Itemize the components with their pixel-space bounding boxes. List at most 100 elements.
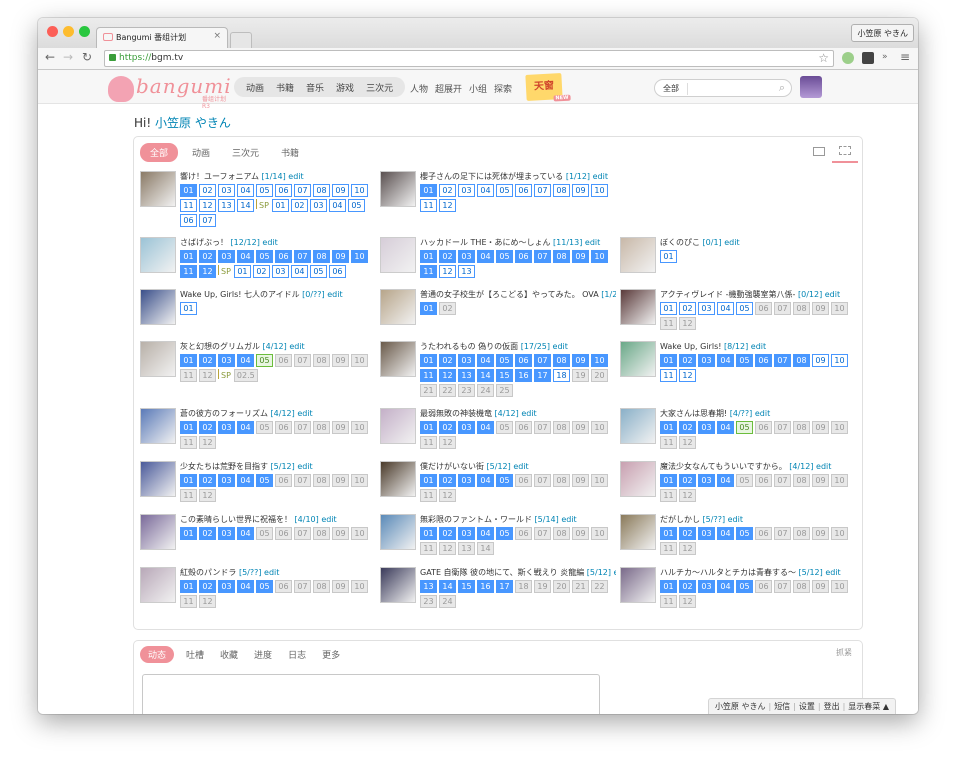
edit-link[interactable]: edit bbox=[614, 568, 616, 577]
episode-button[interactable]: 12 bbox=[679, 317, 696, 330]
episode-button[interactable]: 07 bbox=[294, 580, 311, 593]
episode-button[interactable]: 02 bbox=[199, 250, 216, 263]
episode-button[interactable]: 12 bbox=[679, 595, 696, 608]
tl-tab-activity[interactable]: 动态 bbox=[140, 646, 175, 663]
episode-button[interactable]: 08 bbox=[553, 354, 570, 367]
subject-thumbnail[interactable] bbox=[620, 408, 656, 444]
tab-close-icon[interactable]: × bbox=[213, 31, 221, 41]
episode-button[interactable]: 01 bbox=[180, 580, 197, 593]
subject-thumbnail[interactable] bbox=[620, 237, 656, 273]
status-textarea[interactable] bbox=[142, 674, 600, 714]
episode-button[interactable]: 10 bbox=[351, 354, 368, 367]
episode-button[interactable]: 01 bbox=[660, 474, 677, 487]
subject-thumbnail[interactable] bbox=[620, 567, 656, 603]
episode-button[interactable]: 07 bbox=[774, 527, 791, 540]
episode-button[interactable]: 08 bbox=[313, 474, 330, 487]
site-logo[interactable]: bangumi 番组计划R3 bbox=[108, 74, 231, 110]
episode-button[interactable]: 03 bbox=[458, 184, 475, 197]
episode-button[interactable]: 05 bbox=[496, 354, 513, 367]
episode-button[interactable]: 06 bbox=[275, 421, 292, 434]
episode-button[interactable]: 21 bbox=[572, 580, 589, 593]
new-tab-button[interactable] bbox=[230, 32, 252, 48]
subject-title[interactable]: 櫻子さんの足下には死体が埋まっている bbox=[420, 172, 563, 181]
subject-title[interactable]: ハルチカ～ハルタとチカは青春する～ bbox=[660, 568, 796, 577]
episode-button[interactable]: 06 bbox=[515, 527, 532, 540]
episode-button[interactable]: 15 bbox=[458, 580, 475, 593]
episode-button[interactable]: 02.5 bbox=[233, 369, 258, 382]
episode-button[interactable]: 10 bbox=[351, 184, 368, 197]
episode-button[interactable]: 05 bbox=[256, 421, 273, 434]
subject-title[interactable]: ハッカドール THE・あにめ～しょん bbox=[420, 238, 551, 247]
episode-button[interactable]: 07 bbox=[294, 474, 311, 487]
episode-button[interactable]: 11 bbox=[660, 489, 677, 502]
episode-button[interactable]: 08 bbox=[793, 421, 810, 434]
subject-thumbnail[interactable] bbox=[140, 171, 176, 207]
episode-button[interactable]: 06 bbox=[275, 250, 292, 263]
episode-button[interactable]: 09 bbox=[812, 302, 829, 315]
episode-button[interactable]: 08 bbox=[313, 250, 330, 263]
episode-button[interactable]: 07 bbox=[534, 474, 551, 487]
search-box[interactable]: 全部 ⌕ bbox=[654, 79, 792, 97]
episode-button[interactable]: 11 bbox=[420, 369, 437, 382]
episode-button[interactable]: 01 bbox=[420, 302, 437, 315]
dock-username[interactable]: 小笠原 やきん bbox=[715, 702, 766, 711]
episode-button[interactable]: 02 bbox=[439, 354, 456, 367]
episode-button[interactable]: 12 bbox=[439, 369, 456, 382]
episode-button[interactable]: 06 bbox=[755, 302, 772, 315]
episode-button[interactable]: 03 bbox=[218, 421, 235, 434]
episode-button[interactable]: 02 bbox=[679, 302, 696, 315]
episode-button[interactable]: 06 bbox=[275, 527, 292, 540]
nav-music[interactable]: 音乐 bbox=[306, 81, 324, 94]
avatar[interactable] bbox=[800, 76, 822, 98]
episode-button[interactable]: 05 bbox=[496, 250, 513, 263]
episode-button[interactable]: 12 bbox=[199, 595, 216, 608]
episode-button[interactable]: 14 bbox=[439, 580, 456, 593]
minimize-window-icon[interactable] bbox=[63, 26, 74, 37]
episode-button[interactable]: 02 bbox=[199, 184, 216, 197]
episode-button[interactable]: 11 bbox=[180, 436, 197, 449]
back-arrow-icon[interactable]: ← bbox=[45, 50, 55, 64]
episode-button[interactable]: 10 bbox=[831, 421, 848, 434]
episode-button[interactable]: 04 bbox=[237, 474, 254, 487]
episode-button[interactable]: 08 bbox=[553, 527, 570, 540]
episode-button[interactable]: 11 bbox=[180, 595, 197, 608]
episode-button[interactable]: 11 bbox=[180, 369, 197, 382]
episode-button[interactable]: 17 bbox=[534, 369, 551, 382]
episode-button[interactable]: 23 bbox=[420, 595, 437, 608]
episode-button[interactable]: 04 bbox=[477, 527, 494, 540]
episode-button[interactable]: 05 bbox=[256, 527, 273, 540]
episode-button[interactable]: 02 bbox=[439, 474, 456, 487]
subject-thumbnail[interactable] bbox=[380, 237, 416, 273]
episode-button[interactable]: 07 bbox=[534, 421, 551, 434]
nav-explore[interactable]: 探索 bbox=[494, 82, 512, 95]
episode-button[interactable]: 07 bbox=[294, 421, 311, 434]
episode-button[interactable]: 02 bbox=[439, 527, 456, 540]
episode-button[interactable]: 07 bbox=[534, 184, 551, 197]
episode-button[interactable]: 05 bbox=[496, 184, 513, 197]
episode-button[interactable]: 11 bbox=[660, 436, 677, 449]
episode-button[interactable]: 06 bbox=[275, 354, 292, 367]
episode-button[interactable]: 02 bbox=[439, 421, 456, 434]
episode-button[interactable]: 02 bbox=[199, 421, 216, 434]
episode-button[interactable]: 02 bbox=[679, 421, 696, 434]
dock-settings[interactable]: 设置 bbox=[799, 702, 815, 711]
episode-button[interactable]: 01 bbox=[180, 474, 197, 487]
episode-button[interactable]: 10 bbox=[591, 527, 608, 540]
episode-button[interactable]: 10 bbox=[831, 580, 848, 593]
nav-book[interactable]: 书籍 bbox=[276, 81, 294, 94]
episode-button[interactable]: 04 bbox=[237, 421, 254, 434]
episode-button[interactable]: 17 bbox=[496, 580, 513, 593]
episode-button[interactable]: 08 bbox=[313, 580, 330, 593]
episode-button[interactable]: 03 bbox=[698, 474, 715, 487]
subject-thumbnail[interactable] bbox=[620, 341, 656, 377]
episode-button[interactable]: 20 bbox=[553, 580, 570, 593]
subject-title[interactable]: 無彩限のファントム・ワールド bbox=[420, 515, 532, 524]
episode-button[interactable]: 04 bbox=[477, 354, 494, 367]
episode-button[interactable]: 12 bbox=[439, 436, 456, 449]
episode-button[interactable]: 01 bbox=[180, 354, 197, 367]
episode-button[interactable]: 09 bbox=[812, 527, 829, 540]
edit-link[interactable]: edit bbox=[262, 238, 277, 247]
episode-button[interactable]: 03 bbox=[218, 250, 235, 263]
episode-button[interactable]: 13 bbox=[458, 369, 475, 382]
tab-anime[interactable]: 动画 bbox=[192, 143, 210, 162]
